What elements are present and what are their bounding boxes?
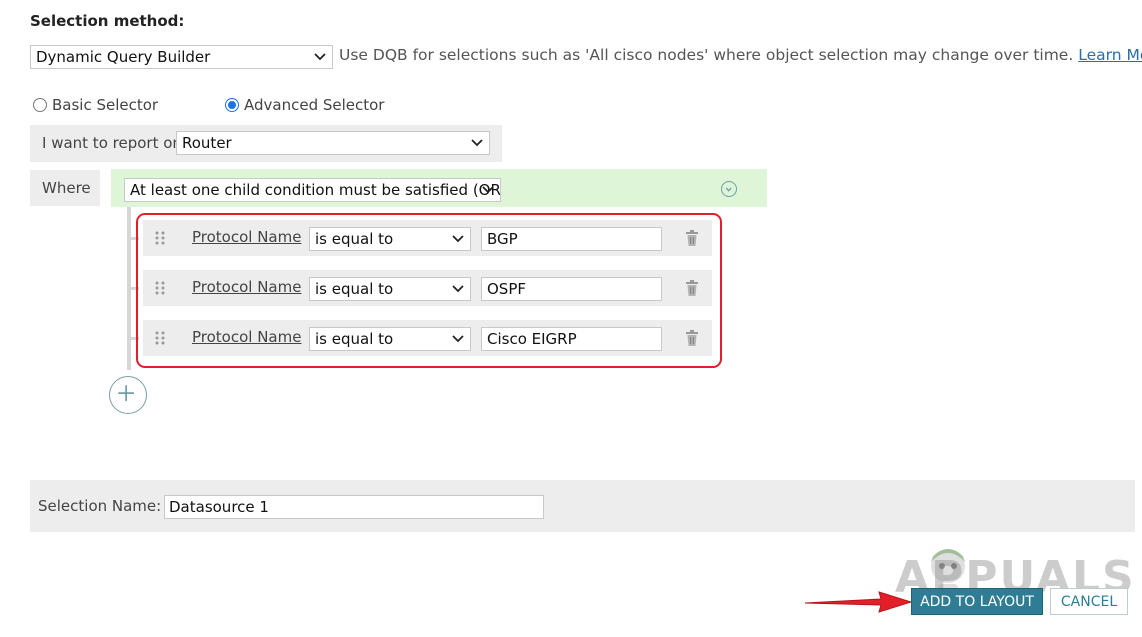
selection-method-value: Dynamic Query Builder xyxy=(36,48,211,66)
cancel-button[interactable]: CANCEL xyxy=(1050,588,1128,615)
radio-unchecked-icon[interactable] xyxy=(33,98,47,112)
report-on-label: I want to report on xyxy=(42,134,182,152)
basic-selector-label: Basic Selector xyxy=(52,96,159,114)
advanced-selector-radio[interactable]: Advanced Selector xyxy=(225,96,384,114)
condition-type-value: At least one child condition must be sat… xyxy=(130,181,501,199)
selection-name-input[interactable] xyxy=(164,495,544,519)
hint-text: Use DQB for selections such as 'All cisc… xyxy=(339,46,1074,64)
chevron-down-icon xyxy=(471,139,483,147)
collapse-circle-icon[interactable] xyxy=(721,181,737,197)
selection-name-label: Selection Name: xyxy=(38,497,162,515)
selection-method-hint: Use DQB for selections such as 'All cisc… xyxy=(339,46,1142,64)
advanced-selector-label: Advanced Selector xyxy=(244,96,385,114)
chevron-down-icon xyxy=(482,186,494,194)
selection-method-select[interactable]: Dynamic Query Builder xyxy=(30,45,333,69)
highlight-box xyxy=(136,213,722,368)
report-on-select[interactable]: Router xyxy=(176,131,490,155)
where-label: Where xyxy=(42,179,91,197)
selection-method-title: Selection method: xyxy=(30,12,185,30)
learn-more-link[interactable]: Learn More xyxy=(1078,46,1142,64)
radio-checked-icon[interactable] xyxy=(225,98,239,112)
basic-selector-radio[interactable]: Basic Selector xyxy=(33,96,158,114)
condition-type-select[interactable]: At least one child condition must be sat… xyxy=(124,178,501,202)
plus-circle-icon[interactable] xyxy=(109,376,147,414)
red-arrow-icon xyxy=(804,591,913,613)
chevron-down-icon xyxy=(314,53,326,61)
add-to-layout-button[interactable]: ADD TO LAYOUT xyxy=(911,588,1043,615)
report-on-value: Router xyxy=(182,134,232,152)
